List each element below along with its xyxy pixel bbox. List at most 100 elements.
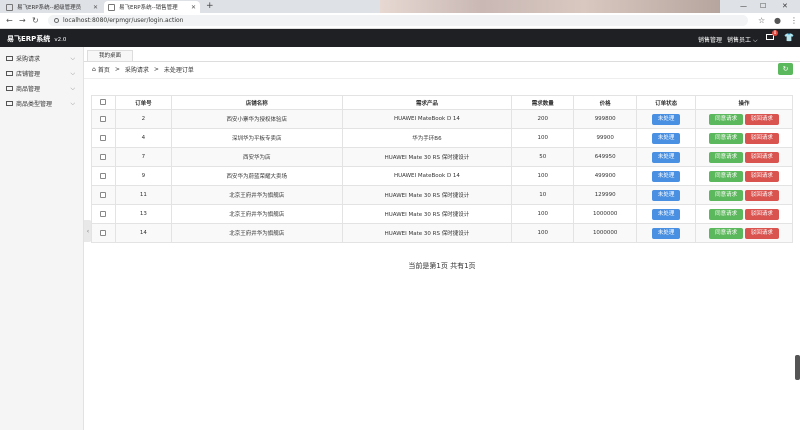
window-close-icon[interactable]: ✕ [782,2,788,10]
bookmark-star-icon[interactable]: ☆ [758,16,765,25]
cell-qty: 100 [511,204,575,224]
status-pending-button[interactable]: 未处理 [651,170,681,182]
browser-tab-title: 易飞ERP系统--销售管理 [119,5,178,11]
menu-list-icon [6,86,13,91]
refresh-icon: ↻ [782,65,789,73]
content-tab-desktop[interactable]: 我的桌面 [87,50,133,61]
forward-arrow-icon[interactable]: → [19,16,26,25]
approve-button[interactable]: 同意请求 [709,189,744,201]
home-icon: ⌂ [92,66,96,73]
status-pending-button[interactable]: 未处理 [651,208,681,220]
column-header-order-id[interactable]: 订单号 [114,95,172,110]
reject-button[interactable]: 驳回请求 [744,227,779,239]
cell-order-id: 4 [114,128,172,148]
row-select-cell [91,185,116,205]
column-header-status[interactable]: 订单状态 [636,95,697,110]
cell-status: 未处理 [636,109,697,129]
maximize-icon[interactable]: ☐ [760,2,766,10]
row-checkbox[interactable] [100,134,107,141]
app-version: v2.0 [54,37,67,43]
chevron-down-icon: ⌵ [70,100,75,107]
column-header-price[interactable]: 价格 [573,95,638,110]
approve-button[interactable]: 同意请求 [709,227,744,239]
row-checkbox[interactable] [100,115,107,122]
cell-actions: 同意请求 驳回请求 [695,109,793,129]
cell-product: HUAWEI MateBook D 14 [341,166,513,186]
cell-product: HUAWEI Mate 30 RS 保时捷设计 [341,204,513,224]
chevron-down-icon: ⌵ [70,55,75,62]
close-icon[interactable]: ✕ [93,4,98,11]
reject-button[interactable]: 驳回请求 [744,208,779,220]
status-pending-button[interactable]: 未处理 [651,151,681,163]
breadcrumb-current: 未处理订单 [163,67,194,74]
browser-tab-1[interactable]: 易飞ERP系统--超级管理员 ✕ [2,1,102,13]
app-brand[interactable]: 易飞ERP系统 v2.0 [7,34,66,44]
reject-button[interactable]: 驳回请求 [744,189,779,201]
reject-button[interactable]: 驳回请求 [744,132,779,144]
site-info-icon[interactable] [54,18,59,23]
menu-dots-icon[interactable]: ⋮ [790,16,798,25]
column-header-store[interactable]: 店铺名称 [170,95,343,110]
approve-button[interactable]: 同意请求 [709,208,744,220]
cell-price: 999800 [573,109,638,129]
new-tab-icon[interactable]: + [206,1,214,11]
row-checkbox[interactable] [100,153,107,160]
sidebar-item-purchase-requests[interactable]: 采购请求 ⌵ [0,51,83,66]
row-checkbox[interactable] [100,172,107,179]
user-menu[interactable]: 销售员工 ⌵ [727,35,758,45]
cell-price: 649950 [573,147,638,167]
cell-order-id: 7 [114,147,172,167]
row-checkbox[interactable] [100,229,107,236]
column-header-qty[interactable]: 需求数量 [511,95,575,110]
reject-button[interactable]: 驳回请求 [744,113,779,125]
table-row: 2 西安小寨华为授权体验店 HUAWEI MateBook D 14 200 99980… [91,109,793,129]
browser-tab-title: 易飞ERP系统--超级管理员 [17,5,82,11]
sidebar-item-label: 采购请求 [16,56,41,63]
chevron-down-icon: ⌵ [752,37,758,44]
cell-price: 499900 [573,166,638,186]
status-pending-button[interactable]: 未处理 [651,189,681,201]
sidebar-item-product-management[interactable]: 商品管理 ⌵ [0,81,83,96]
cell-status: 未处理 [636,128,697,148]
dept-label: 销售管理 [698,37,723,44]
orders-table: 订单号 店铺名称 需求产品 需求数量 价格 订单状态 操作 2 西安小寨华为授权体… [91,95,793,243]
back-arrow-icon[interactable]: ← [6,16,13,25]
browser-tab-2[interactable]: 易飞ERP系统--销售管理 ✕ [104,1,200,13]
sidebar-item-store-management[interactable]: 店铺管理 ⌵ [0,66,83,81]
approve-button[interactable]: 同意请求 [709,132,744,144]
table-row: 14 北京王府井华为旗舰店 HUAWEI Mate 30 RS 保时捷设计 100 10… [91,223,793,243]
skin-shirt-icon[interactable]: 👕 [784,33,794,42]
reject-button[interactable]: 驳回请求 [744,170,779,182]
cell-store: 北京王府井华为旗舰店 [170,204,343,224]
status-pending-button[interactable]: 未处理 [651,132,681,144]
approve-button[interactable]: 同意请求 [709,151,744,163]
cell-qty: 100 [511,128,575,148]
row-checkbox[interactable] [100,210,107,217]
column-header-product[interactable]: 需求产品 [341,95,513,110]
minimize-icon[interactable]: — [740,2,747,10]
refresh-button[interactable]: ↻ [778,63,793,75]
mail-icon[interactable]: 0 [766,30,778,40]
url-field[interactable]: localhost:8080/erpmgr/user/login.action [48,15,748,26]
sidebar-item-product-type-management[interactable]: 商品类型管理 ⌵ [0,96,83,111]
breadcrumb-purchase[interactable]: 采购请求 [125,65,149,74]
approve-button[interactable]: 同意请求 [709,113,744,125]
scrollbar[interactable] [795,355,800,380]
profile-icon[interactable]: ● [774,16,781,25]
status-pending-button[interactable]: 未处理 [651,113,681,125]
sidebar-item-label: 商品类型管理 [16,101,53,108]
table-row: 4 深圳华为平板专卖店 华为手环B6 100 99900 未处理 同意请求 驳回请求 [91,128,793,148]
close-icon[interactable]: ✕ [191,4,196,11]
cell-product: HUAWEI Mate 30 RS 保时捷设计 [341,147,513,167]
reload-icon[interactable]: ↻ [32,16,39,25]
user-name: 销售员工 [727,37,752,44]
status-pending-button[interactable]: 未处理 [651,227,681,239]
cell-order-id: 11 [114,185,172,205]
select-all-checkbox[interactable] [100,99,107,106]
row-checkbox[interactable] [100,191,107,198]
reject-button[interactable]: 驳回请求 [744,151,779,163]
breadcrumb-home[interactable]: 首页 [98,65,110,74]
cell-store: 西安华为店 [170,147,343,167]
approve-button[interactable]: 同意请求 [709,170,744,182]
cell-price: 1000000 [573,204,638,224]
